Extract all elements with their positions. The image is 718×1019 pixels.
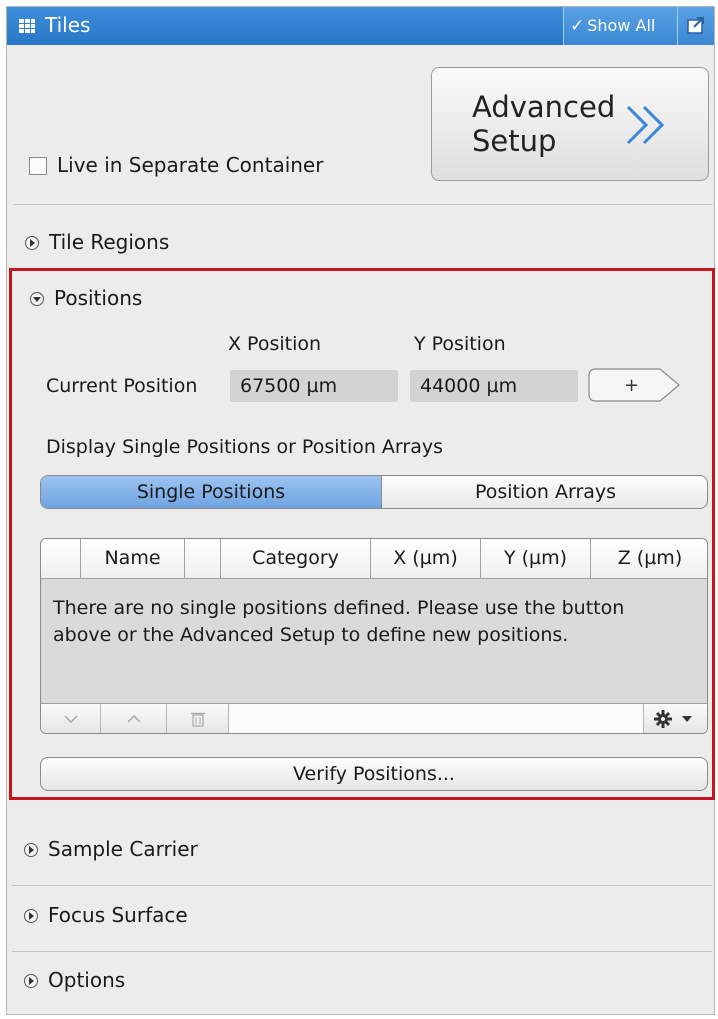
tiles-grid-icon — [19, 19, 35, 33]
chevron-up-icon — [126, 714, 141, 723]
display-mode-label: Display Single Positions or Position Arr… — [46, 436, 444, 458]
section-options-label: Options — [48, 968, 126, 992]
add-position-label: + — [624, 375, 639, 396]
column-handle[interactable] — [41, 539, 81, 578]
table-toolbar — [41, 703, 707, 733]
current-x-field: 67500 µm — [230, 370, 398, 402]
column-x[interactable]: X (µm) — [371, 539, 481, 578]
column-category[interactable]: Category — [221, 539, 371, 578]
column-z[interactable]: Z (µm) — [591, 539, 707, 578]
current-position-label: Current Position — [46, 375, 198, 397]
section-focus-surface-label: Focus Surface — [48, 903, 188, 927]
display-mode-toggle: Single Positions Position Arrays — [40, 475, 708, 509]
section-tile-regions-label: Tile Regions — [49, 230, 170, 254]
chevron-down-icon — [63, 714, 78, 723]
undock-icon — [687, 17, 704, 34]
advanced-setup-label: Advanced Setup — [472, 90, 616, 158]
double-chevron-right-icon — [626, 105, 665, 145]
add-position-button[interactable]: + — [588, 368, 682, 402]
gear-dropdown-icon — [654, 710, 692, 728]
show-all-label: Show All — [587, 16, 656, 35]
live-container-checkbox[interactable] — [29, 157, 47, 175]
collapse-arrow-icon — [30, 292, 44, 306]
section-sample-carrier-label: Sample Carrier — [48, 837, 198, 861]
verify-positions-button[interactable]: Verify Positions... — [40, 757, 708, 791]
divider — [13, 204, 713, 205]
table-settings-button[interactable] — [643, 704, 707, 733]
move-down-button[interactable] — [41, 704, 101, 733]
single-positions-tab[interactable]: Single Positions — [41, 476, 382, 508]
position-arrays-tab[interactable]: Position Arrays — [382, 476, 707, 508]
column-name[interactable]: Name — [81, 539, 185, 578]
expand-arrow-icon — [24, 843, 38, 857]
advanced-setup-button[interactable]: Advanced Setup — [431, 67, 709, 181]
trash-icon — [190, 712, 205, 727]
move-up-button[interactable] — [101, 704, 167, 733]
positions-table: Name Category X (µm) Y (µm) Z (µm) There… — [40, 538, 708, 734]
expand-arrow-icon — [25, 236, 39, 250]
section-positions-label: Positions — [54, 286, 143, 310]
checkmark-icon: ✓ — [570, 16, 585, 36]
show-all-button[interactable]: ✓ Show All — [563, 7, 677, 45]
live-container-label: Live in Separate Container — [57, 153, 324, 177]
x-position-header: X Position — [228, 333, 322, 355]
y-position-header: Y Position — [414, 333, 506, 355]
table-header: Name Category X (µm) Y (µm) Z (µm) — [41, 539, 707, 579]
delete-button[interactable] — [167, 704, 229, 733]
column-y[interactable]: Y (µm) — [481, 539, 591, 578]
column-blank[interactable] — [185, 539, 221, 578]
undock-button[interactable] — [677, 7, 714, 45]
empty-table-message: There are no single positions defined. P… — [53, 597, 625, 646]
divider — [12, 951, 712, 952]
panel-title: Tiles — [45, 13, 91, 37]
title-bar: Tiles ✓ Show All — [7, 7, 714, 45]
expand-arrow-icon — [24, 974, 38, 988]
current-y-field: 44000 µm — [410, 370, 578, 402]
expand-arrow-icon — [24, 909, 38, 923]
divider — [12, 885, 712, 886]
